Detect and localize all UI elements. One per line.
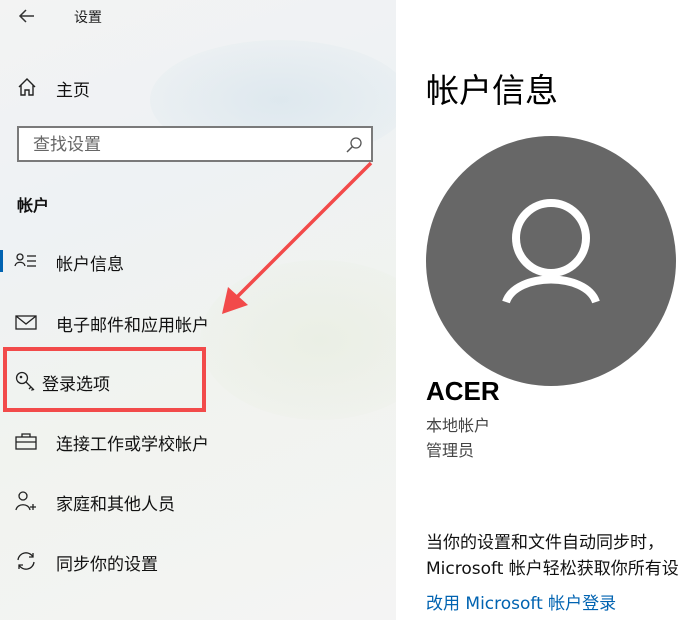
sidebar: 设置 主页 帐户 帐户信息 电子邮件和应用帐户	[0, 0, 396, 620]
account-info-icon	[14, 253, 36, 267]
search-input[interactable]	[31, 133, 335, 157]
avatar	[426, 136, 676, 386]
mail-icon	[15, 315, 37, 330]
title-bar: 设置	[0, 0, 396, 32]
sidebar-item-family[interactable]: 家庭和其他人员	[0, 481, 396, 521]
main-content: 帐户信息 ACER 本地帐户 管理员 当你的设置和文件自动同步时， Micros…	[396, 0, 685, 620]
sidebar-item-label: 家庭和其他人员	[56, 495, 175, 515]
briefcase-icon	[15, 433, 37, 450]
sidebar-item-label: 同步你的设置	[56, 555, 158, 575]
page-title: 帐户信息	[426, 71, 558, 110]
sidebar-item-sync[interactable]: 同步你的设置	[0, 541, 396, 581]
sync-description-line1: 当你的设置和文件自动同步时，	[426, 533, 664, 553]
user-name: ACER	[426, 376, 500, 406]
person-add-icon	[15, 491, 36, 511]
sidebar-item-account-info[interactable]: 帐户信息	[0, 241, 396, 281]
home-label: 主页	[56, 81, 90, 101]
search-icon[interactable]	[345, 136, 363, 154]
sidebar-item-work-school[interactable]: 连接工作或学校帐户	[0, 421, 396, 461]
sidebar-item-label: 帐户信息	[56, 255, 124, 275]
back-arrow-icon	[18, 9, 34, 23]
back-button[interactable]	[14, 4, 40, 28]
user-icon	[502, 199, 600, 304]
sidebar-item-email-accounts[interactable]: 电子邮件和应用帐户	[0, 302, 396, 342]
sidebar-item-label: 电子邮件和应用帐户	[56, 316, 209, 336]
sync-description-line2: Microsoft 帐户轻松获取你所有设	[426, 559, 679, 579]
sidebar-item-label: 连接工作或学校帐户	[56, 435, 209, 455]
search-box[interactable]	[17, 126, 373, 162]
annotation-highlight-box	[3, 347, 206, 412]
sign-in-microsoft-link[interactable]: 改用 Microsoft 帐户登录	[426, 589, 616, 614]
home-nav-item[interactable]: 主页	[0, 68, 396, 106]
account-type: 本地帐户	[426, 416, 491, 435]
home-icon	[18, 78, 36, 96]
sync-icon	[17, 552, 35, 570]
account-role: 管理员	[426, 441, 475, 460]
window-title: 设置	[74, 10, 102, 26]
selected-indicator	[0, 250, 3, 272]
section-header-accounts: 帐户	[17, 196, 50, 215]
